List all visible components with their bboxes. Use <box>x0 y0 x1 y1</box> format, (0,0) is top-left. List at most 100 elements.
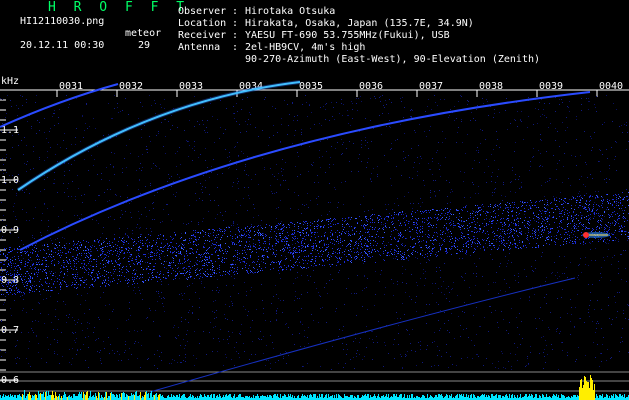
noise-dot <box>574 228 575 229</box>
noise-dot <box>492 195 493 196</box>
noise-dot <box>477 222 478 223</box>
noise-dot <box>425 271 426 272</box>
noise-dot <box>325 259 326 260</box>
noise-dot <box>357 275 358 276</box>
noise-dot <box>247 97 248 98</box>
noise-dot <box>525 366 526 367</box>
noise-dot <box>229 247 230 248</box>
noise-dot <box>332 253 333 254</box>
noise-dot <box>30 277 31 278</box>
noise-dot <box>549 216 550 217</box>
noise-dot <box>313 266 314 267</box>
noise-dot <box>540 227 541 228</box>
noise-dot <box>506 243 507 244</box>
noise-dot <box>575 205 576 206</box>
noise-dot <box>186 140 187 141</box>
noise-dot <box>588 284 589 285</box>
noise-dot <box>481 205 482 206</box>
noise-dot <box>286 267 287 268</box>
noise-dot <box>281 241 282 242</box>
noise-dot <box>358 252 359 253</box>
noise-dot <box>620 342 621 343</box>
noise-dot <box>85 300 86 301</box>
noise-dot <box>545 213 546 214</box>
noise-dot <box>398 214 399 215</box>
noise-dot <box>342 343 343 344</box>
noise-dot <box>420 232 421 233</box>
noise-dot <box>353 143 354 144</box>
noise-dot <box>91 272 92 273</box>
noise-dot <box>459 224 460 225</box>
noise-dot <box>90 265 91 266</box>
noise-dot <box>414 246 415 247</box>
noise-dot <box>60 289 61 290</box>
noise-dot <box>98 271 99 272</box>
noise-dot <box>184 247 185 248</box>
noise-dot <box>17 340 18 341</box>
noise-dot <box>58 250 59 251</box>
noise-dot <box>534 215 535 216</box>
noise-dot <box>22 310 23 311</box>
noise-dot <box>216 235 217 236</box>
noise-dot <box>220 246 221 247</box>
noise-dot <box>315 256 316 257</box>
noise-dot <box>106 271 107 272</box>
noise-dot <box>543 352 544 353</box>
noise-dot <box>264 241 265 242</box>
noise-dot <box>487 211 488 212</box>
noise-dot <box>279 262 280 263</box>
noise-dot <box>584 207 585 208</box>
noise-dot <box>67 261 68 262</box>
noise-dot <box>174 232 175 233</box>
noise-dot <box>284 100 285 101</box>
noise-dot <box>107 201 108 202</box>
noise-dot <box>37 259 38 260</box>
noise-dot <box>360 338 361 339</box>
noise-dot <box>134 279 135 280</box>
noise-dot <box>341 139 342 140</box>
noise-dot <box>397 230 398 231</box>
noise-dot <box>619 231 620 232</box>
noise-dot <box>21 255 22 256</box>
noise-dot <box>620 197 621 198</box>
noise-dot <box>266 249 267 250</box>
noise-dot <box>178 335 179 336</box>
noise-dot <box>265 227 266 228</box>
noise-dot <box>138 118 139 119</box>
noise-dot <box>370 120 371 121</box>
noise-dot <box>276 218 277 219</box>
noise-dot <box>100 297 101 298</box>
noise-dot <box>52 243 53 244</box>
noise-dot <box>585 207 586 208</box>
noise-dot <box>314 182 315 183</box>
noise-dot <box>154 354 155 355</box>
noise-dot <box>410 116 411 117</box>
noise-dot <box>305 246 306 247</box>
noise-dot <box>240 245 241 246</box>
noise-dot <box>75 196 76 197</box>
noise-dot <box>585 257 586 258</box>
noise-dot <box>165 119 166 120</box>
noise-dot <box>451 289 452 290</box>
noise-dot <box>617 311 618 312</box>
noise-dot <box>279 267 280 268</box>
noise-dot <box>276 227 277 228</box>
noise-dot <box>38 302 39 303</box>
noise-dot <box>94 281 95 282</box>
noise-dot <box>520 228 521 229</box>
noise-dot <box>435 283 436 284</box>
noise-dot <box>458 210 459 211</box>
noise-dot <box>23 292 24 293</box>
noise-dot <box>209 229 210 230</box>
noise-dot <box>488 166 489 167</box>
noise-dot <box>607 226 608 227</box>
noise-dot <box>14 293 15 294</box>
noise-dot <box>403 117 404 118</box>
noise-dot <box>507 230 508 231</box>
noise-dot <box>321 215 322 216</box>
noise-dot <box>132 258 133 259</box>
noise-dot <box>491 154 492 155</box>
noise-dot <box>500 235 501 236</box>
noise-dot <box>600 273 601 274</box>
noise-dot <box>360 96 361 97</box>
